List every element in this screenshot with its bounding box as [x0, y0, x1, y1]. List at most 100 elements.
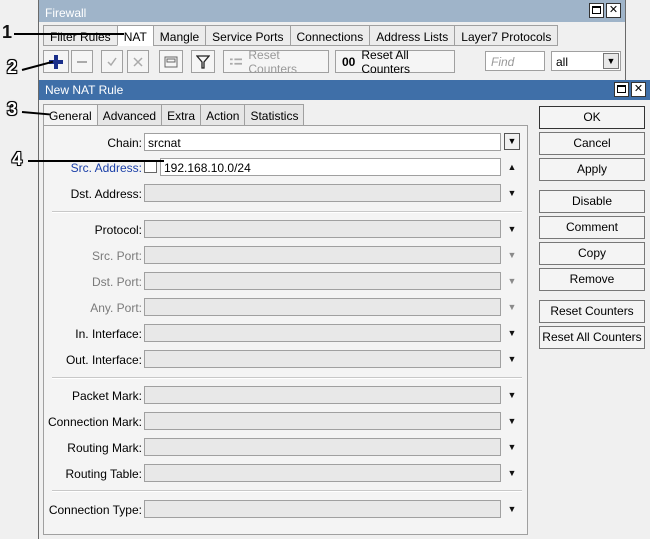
nat-rule-title: New NAT Rule	[45, 83, 124, 97]
dst-address-input[interactable]	[144, 184, 501, 202]
any-port-input[interactable]	[144, 298, 501, 316]
firewall-title: Firewall	[45, 6, 87, 20]
comment-button[interactable]	[159, 50, 183, 73]
tab-connections[interactable]: Connections	[289, 25, 370, 46]
tab-address-lists[interactable]: Address Lists	[369, 25, 455, 46]
expand-down-icon[interactable]: ▼	[506, 467, 518, 479]
cancel-button[interactable]: Cancel	[539, 132, 645, 155]
separator	[52, 377, 522, 379]
reset-counters-button[interactable]: Reset Counters	[539, 300, 645, 323]
tab-filter-rules[interactable]: Filter Rules	[43, 25, 117, 46]
filter-select[interactable]: all ▼	[551, 51, 621, 71]
annotation-line-1	[14, 33, 124, 35]
annotation-4: 4	[12, 149, 23, 169]
routing-mark-input[interactable]	[144, 438, 501, 456]
nat-rule-titlebar: New NAT Rule ✕	[39, 80, 650, 100]
connection-mark-input[interactable]	[144, 412, 501, 430]
protocol-input[interactable]	[144, 220, 501, 238]
tab-general[interactable]: General	[43, 104, 97, 126]
firewall-toolbar: Reset Counters 00 Reset All Counters Fin…	[39, 47, 625, 77]
annotation-3: 3	[7, 99, 18, 119]
ok-button[interactable]: OK	[539, 106, 645, 129]
annotation-1: 1	[2, 22, 13, 42]
tab-statistics[interactable]: Statistics	[244, 104, 305, 126]
find-input[interactable]: Find	[485, 51, 545, 71]
copy-button[interactable]: Copy	[539, 242, 645, 265]
in-interface-label: In. Interface:	[75, 327, 142, 341]
connection-type-label: Connection Type:	[48, 503, 142, 517]
connection-type-row: Connection Type: ▼	[44, 500, 527, 520]
maximize-icon[interactable]	[589, 3, 604, 18]
nat-rule-window: New NAT Rule ✕ General Advanced Extra Ac…	[38, 80, 650, 539]
remove-button[interactable]	[71, 50, 93, 73]
collapse-up-icon[interactable]: ▲	[506, 161, 518, 173]
apply-button[interactable]: Apply	[539, 158, 645, 181]
reset-all-counters-label: Reset All Counters	[361, 47, 411, 76]
src-port-row: Src. Port: ▼	[44, 246, 527, 266]
src-address-input[interactable]: 192.168.10.0/24	[160, 158, 501, 176]
nat-rule-tabs: General Advanced Extra Action Statistics	[43, 104, 305, 126]
close-icon[interactable]: ✕	[631, 82, 646, 97]
filter-icon	[196, 54, 210, 69]
chain-select[interactable]: srcnat	[144, 133, 501, 151]
filter-button[interactable]	[191, 50, 215, 73]
expand-down-icon[interactable]: ▼	[506, 353, 518, 365]
enable-button[interactable]	[101, 50, 123, 73]
annotation-2: 2	[7, 57, 18, 77]
expand-down-icon[interactable]: ▼	[506, 389, 518, 401]
close-icon[interactable]: ✕	[606, 3, 621, 18]
packet-mark-input[interactable]	[144, 386, 501, 404]
chain-row: Chain: srcnat ▼	[44, 133, 527, 153]
expand-down-icon[interactable]: ▼	[506, 503, 518, 515]
reset-all-counters-button[interactable]: 00 Reset All Counters	[335, 47, 455, 76]
reset-counters-label: Reset Counters	[248, 47, 298, 76]
chevron-down-icon[interactable]: ▼	[504, 133, 520, 150]
routing-mark-row: Routing Mark: ▼	[44, 438, 527, 458]
tab-nat[interactable]: NAT	[116, 25, 153, 46]
tab-layer7-protocols[interactable]: Layer7 Protocols	[454, 25, 559, 46]
packet-mark-label: Packet Mark:	[71, 389, 142, 403]
tab-extra[interactable]: Extra	[161, 104, 201, 126]
dst-port-label: Dst. Port:	[91, 275, 142, 289]
any-port-row: Any. Port: ▼	[44, 298, 527, 318]
out-interface-label: Out. Interface:	[65, 353, 142, 367]
tab-mangle[interactable]: Mangle	[152, 25, 206, 46]
src-port-label: Src. Port:	[91, 249, 142, 263]
separator	[52, 211, 522, 213]
reset-counters-button[interactable]: Reset Counters	[223, 47, 329, 76]
expand-down-icon[interactable]: ▼	[506, 415, 518, 427]
maximize-icon[interactable]	[614, 82, 629, 97]
firewall-window: Firewall ✕ Filter Rules NAT Mangle Servi…	[38, 0, 626, 84]
src-port-input[interactable]	[144, 246, 501, 264]
expand-down-icon[interactable]: ▼	[506, 327, 518, 339]
routing-table-label: Routing Table:	[65, 467, 143, 481]
out-interface-input[interactable]	[144, 350, 501, 368]
expand-down-icon[interactable]: ▼	[506, 187, 518, 199]
protocol-row: Protocol: ▼	[44, 220, 527, 240]
routing-mark-label: Routing Mark:	[67, 441, 142, 455]
cross-icon	[133, 56, 143, 67]
expand-down-icon[interactable]: ▼	[506, 441, 518, 453]
routing-table-input[interactable]	[144, 464, 501, 482]
expand-down-icon: ▼	[507, 250, 517, 260]
firewall-titlebar: Firewall ✕	[39, 0, 625, 22]
general-panel: Chain: srcnat ▼ Src. Address: 192.168.10…	[43, 125, 528, 535]
expand-down-icon[interactable]: ▼	[506, 223, 518, 235]
connection-type-input[interactable]	[144, 500, 501, 518]
reset-all-counters-button[interactable]: Reset All Counters	[539, 326, 645, 349]
expand-down-icon: ▼	[507, 302, 517, 312]
separator	[52, 490, 522, 492]
disable-button[interactable]	[127, 50, 149, 73]
comment-button[interactable]: Comment	[539, 216, 645, 239]
routing-table-row: Routing Table: ▼	[44, 464, 527, 484]
disable-button[interactable]: Disable	[539, 190, 645, 213]
dst-port-input[interactable]	[144, 272, 501, 290]
tab-action[interactable]: Action	[200, 104, 245, 126]
src-address-label: Src. Address:	[70, 161, 142, 175]
protocol-label: Protocol:	[94, 223, 142, 237]
chain-label: Chain:	[107, 136, 142, 150]
in-interface-input[interactable]	[144, 324, 501, 342]
remove-button[interactable]: Remove	[539, 268, 645, 291]
tab-advanced[interactable]: Advanced	[96, 104, 162, 126]
tab-service-ports[interactable]: Service Ports	[205, 25, 290, 46]
